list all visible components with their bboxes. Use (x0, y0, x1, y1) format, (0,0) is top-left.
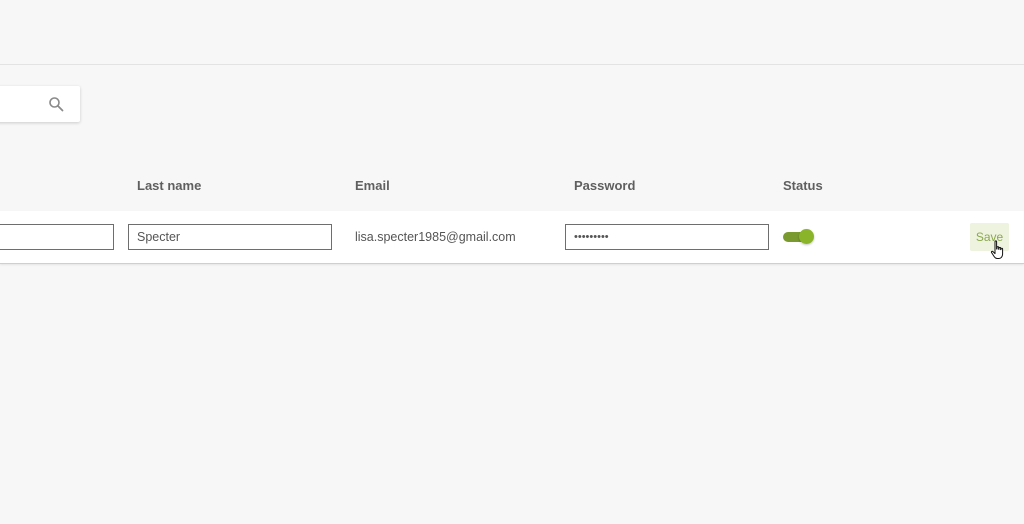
save-button[interactable]: Save (970, 223, 1009, 251)
toggle-knob (799, 229, 814, 244)
column-header-password: Password (574, 178, 636, 193)
column-header-email: Email (355, 178, 390, 193)
search-box[interactable] (0, 86, 80, 122)
column-header-last-name: Last name (137, 178, 202, 193)
top-bar (0, 0, 1024, 65)
search-input[interactable] (0, 86, 44, 122)
first-name-field[interactable] (0, 224, 114, 250)
search-icon[interactable] (48, 96, 64, 112)
table-row: lisa.specter1985@gmail.com Save (0, 211, 1024, 264)
column-header-status: Status (783, 178, 823, 193)
email-value: lisa.specter1985@gmail.com (355, 230, 516, 244)
last-name-field[interactable] (128, 224, 332, 250)
status-toggle[interactable] (783, 229, 815, 245)
password-field[interactable] (565, 224, 769, 250)
